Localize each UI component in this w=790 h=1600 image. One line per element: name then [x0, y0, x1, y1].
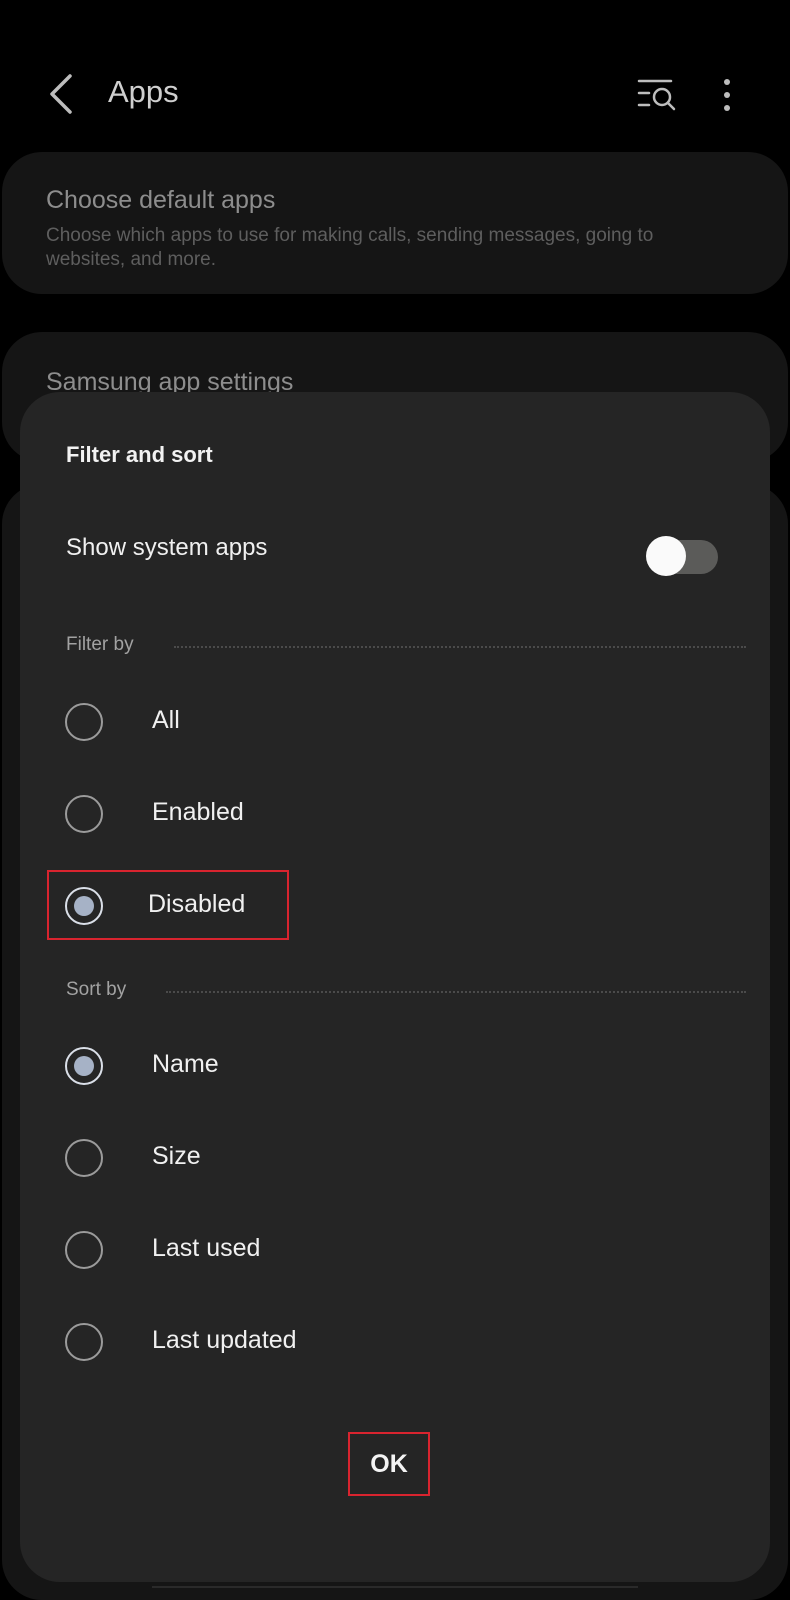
filter-option-disabled[interactable]: Disabled	[47, 870, 289, 940]
filter-option-label: All	[152, 706, 180, 734]
section-divider	[166, 991, 746, 993]
screen: Apps Choose default apps Choose which ap…	[0, 0, 790, 1600]
sort-option-last-updated[interactable]: Last updated	[46, 1304, 326, 1380]
sort-option-name[interactable]: Name	[46, 1028, 326, 1104]
show-system-apps-label: Show system apps	[66, 534, 268, 561]
more-options-button[interactable]	[702, 70, 752, 120]
radio-button[interactable]	[65, 795, 103, 833]
radio-button[interactable]	[65, 1231, 103, 1269]
section-divider	[174, 646, 746, 648]
default-apps-subtitle: Choose which apps to use for making call…	[46, 225, 654, 270]
filter-option-all[interactable]: All	[46, 684, 326, 760]
radio-button-selected[interactable]	[65, 1047, 103, 1085]
ok-button[interactable]: OK	[348, 1432, 430, 1496]
filter-option-label: Enabled	[152, 798, 244, 826]
more-vertical-icon	[724, 79, 730, 111]
sort-by-header: Sort by	[66, 977, 746, 1007]
radio-selected-dot	[74, 1056, 94, 1076]
filter-option-label: Disabled	[148, 890, 246, 918]
back-arrow-icon	[50, 74, 72, 114]
filter-by-label: Filter by	[66, 634, 134, 655]
sort-option-size[interactable]: Size	[46, 1120, 326, 1196]
radio-button[interactable]	[65, 1323, 103, 1361]
radio-button-selected[interactable]	[65, 887, 103, 925]
dialog-title: Filter and sort	[66, 442, 213, 467]
radio-button[interactable]	[65, 1139, 103, 1177]
switch-thumb	[646, 536, 686, 576]
sort-option-last-used[interactable]: Last used	[46, 1212, 326, 1288]
list-search-icon	[637, 79, 676, 111]
filter-option-enabled[interactable]: Enabled	[46, 776, 326, 852]
sort-option-label: Size	[152, 1142, 201, 1170]
sort-by-label: Sort by	[66, 979, 127, 1000]
default-apps-card[interactable]: Choose default apps Choose which apps to…	[2, 152, 788, 294]
radio-selected-dot	[74, 896, 94, 916]
filter-by-header: Filter by	[66, 632, 746, 662]
filter-sort-dialog: Filter and sort Show system apps Filter …	[20, 392, 770, 1582]
default-apps-title: Choose default apps	[46, 186, 276, 214]
page-title: Apps	[108, 74, 179, 109]
sort-option-label: Last used	[152, 1234, 261, 1262]
show-system-apps-switch[interactable]	[646, 536, 718, 576]
show-system-apps-row[interactable]: Show system apps	[20, 514, 770, 584]
radio-button[interactable]	[65, 703, 103, 741]
divider	[152, 1586, 638, 1588]
sort-option-label: Last updated	[152, 1326, 297, 1354]
sort-option-label: Name	[152, 1050, 219, 1078]
filter-search-button[interactable]	[632, 70, 682, 120]
back-button[interactable]	[36, 66, 86, 122]
